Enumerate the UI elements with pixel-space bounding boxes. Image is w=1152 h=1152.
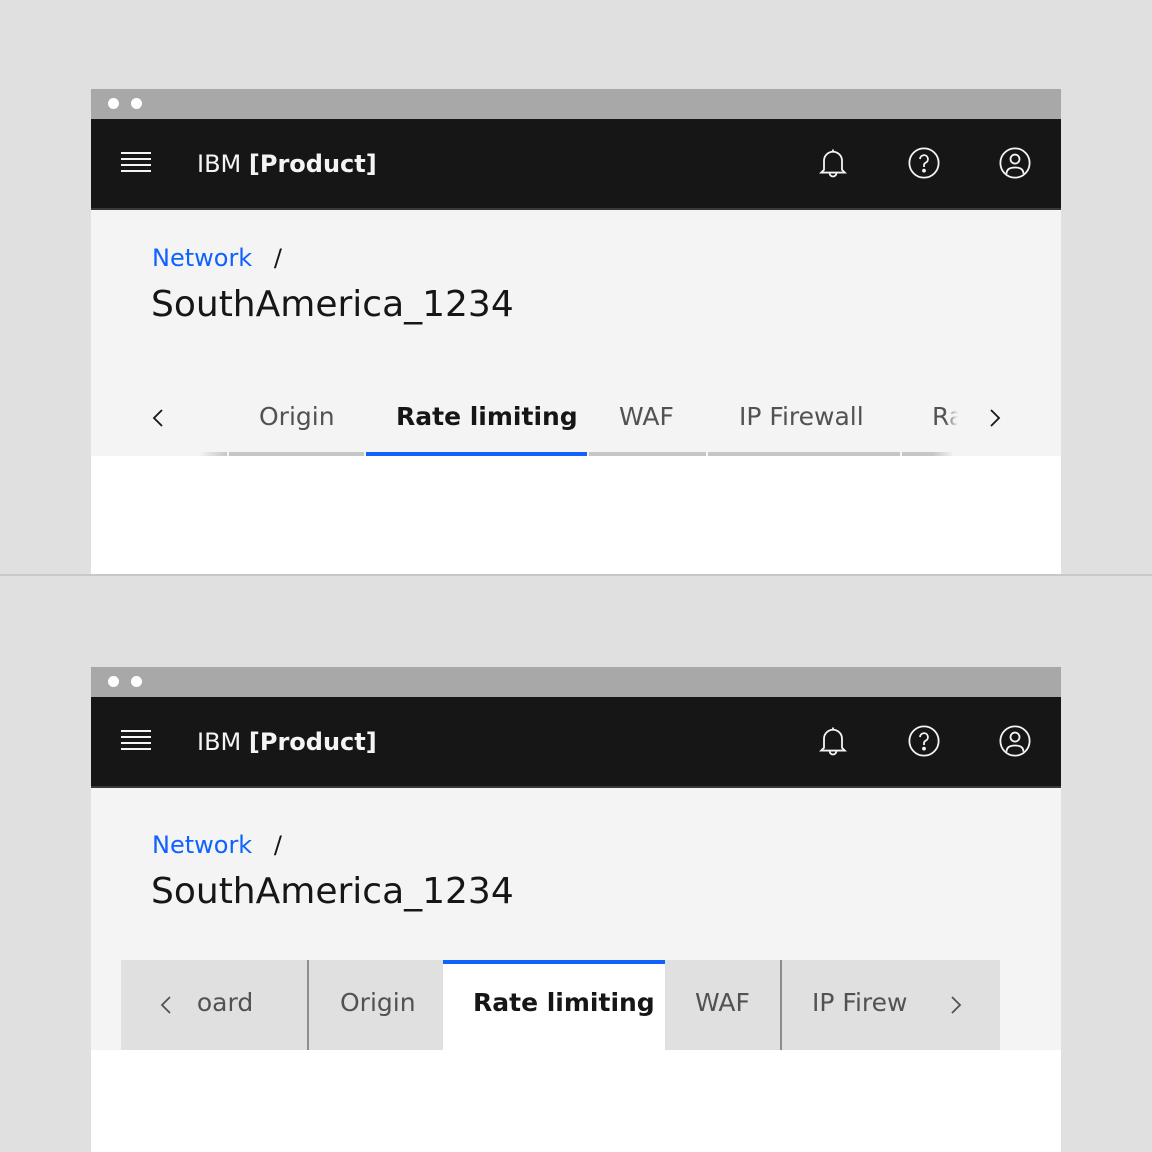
window-control-dot[interactable]: [108, 98, 119, 109]
browser-window-line-tabs: IBM [Product] Network / SouthAmerica_123…: [91, 89, 1061, 574]
menu-icon[interactable]: [121, 730, 151, 754]
menu-icon[interactable]: [121, 152, 151, 176]
breadcrumb: Network /: [152, 242, 282, 274]
product-name[interactable]: IBM [Product]: [197, 147, 377, 181]
tab-active-indicator: [366, 452, 587, 456]
notification-icon[interactable]: [815, 145, 851, 181]
tab-underline: [902, 452, 954, 456]
brand-product: [Product]: [248, 728, 377, 756]
ui-shell-header: IBM [Product]: [91, 697, 1061, 788]
brand-product: [Product]: [248, 150, 377, 178]
help-icon[interactable]: [906, 723, 942, 759]
tab-label: Ra: [932, 402, 958, 431]
help-icon[interactable]: [906, 145, 942, 181]
chevron-right-icon: [990, 409, 1001, 427]
tab-underline: [589, 452, 706, 456]
tab-waf[interactable]: WAF: [665, 960, 780, 1050]
chevron-left-icon: [152, 409, 163, 427]
tab-origin[interactable]: Origin: [229, 382, 364, 456]
window-chrome: [91, 89, 1061, 119]
page-title: SouthAmerica_1234: [151, 871, 514, 912]
tab-label: IP Firew: [812, 988, 908, 1017]
tab-label-text: board: [181, 988, 254, 1017]
tab-underline: [708, 452, 900, 456]
window-control-dot[interactable]: [131, 98, 142, 109]
tab-dashboard-truncated[interactable]: board: [121, 960, 307, 1050]
brand-prefix: IBM: [197, 728, 242, 756]
breadcrumb-link-network[interactable]: Network: [152, 831, 252, 859]
tab-label: board: [197, 988, 253, 1017]
notification-icon[interactable]: [815, 723, 851, 759]
window-control-dot[interactable]: [108, 676, 119, 687]
window-control-dot[interactable]: [131, 676, 142, 687]
tab-label: Rate limiting: [396, 402, 578, 431]
browser-window-contained-tabs: IBM [Product] Network / SouthAmerica_123…: [91, 667, 1061, 1152]
breadcrumb-separator: /: [273, 831, 282, 859]
tab-label: Origin: [259, 402, 335, 431]
tab-rate-limiting[interactable]: Rate limiting: [366, 382, 587, 456]
tab-ip-firewall-truncated[interactable]: IP Firew: [780, 960, 1000, 1050]
user-avatar-icon[interactable]: [997, 145, 1033, 181]
tab-truncated[interactable]: Ra: [902, 382, 958, 456]
breadcrumb-separator: /: [273, 244, 282, 272]
breadcrumb: Network /: [152, 829, 282, 861]
tab-overflow-hidden: [199, 382, 227, 456]
tab-list: Origin Rate limiting WAF IP Firewall Ra: [91, 382, 1061, 456]
page-header: Network / SouthAmerica_1234 board Origin…: [91, 788, 1061, 1050]
brand-prefix: IBM: [197, 150, 242, 178]
tab-list-contained: board Origin Rate limiting WAF IP Firew: [121, 960, 1000, 1050]
tab-waf[interactable]: WAF: [589, 382, 706, 456]
tab-rate-limiting[interactable]: Rate limiting: [443, 960, 665, 1050]
scroll-right-button[interactable]: [943, 993, 967, 1017]
section-divider: [0, 574, 1152, 576]
tab-label: WAF: [619, 402, 674, 431]
breadcrumb-link-network[interactable]: Network: [152, 244, 252, 272]
tab-label: WAF: [695, 988, 750, 1017]
tab-label: Origin: [340, 988, 416, 1017]
page-header: Network / SouthAmerica_1234 Origin Rate …: [91, 210, 1061, 456]
ui-shell-header: IBM [Product]: [91, 119, 1061, 210]
chevron-right-icon: [951, 996, 962, 1014]
tab-label: IP Firewall: [739, 402, 864, 431]
tab-origin[interactable]: Origin: [307, 960, 443, 1050]
tab-underline: [229, 452, 364, 456]
window-chrome: [91, 667, 1061, 697]
scroll-right-button[interactable]: [982, 406, 1006, 430]
user-avatar-icon[interactable]: [997, 723, 1033, 759]
product-name[interactable]: IBM [Product]: [197, 725, 377, 759]
scroll-left-button[interactable]: [155, 993, 179, 1017]
tab-label: Rate limiting: [473, 988, 655, 1017]
scroll-left-button[interactable]: [147, 406, 171, 430]
tab-ip-firewall[interactable]: IP Firewall: [708, 382, 900, 456]
chevron-left-icon: [160, 996, 171, 1014]
page-title: SouthAmerica_1234: [151, 284, 514, 325]
